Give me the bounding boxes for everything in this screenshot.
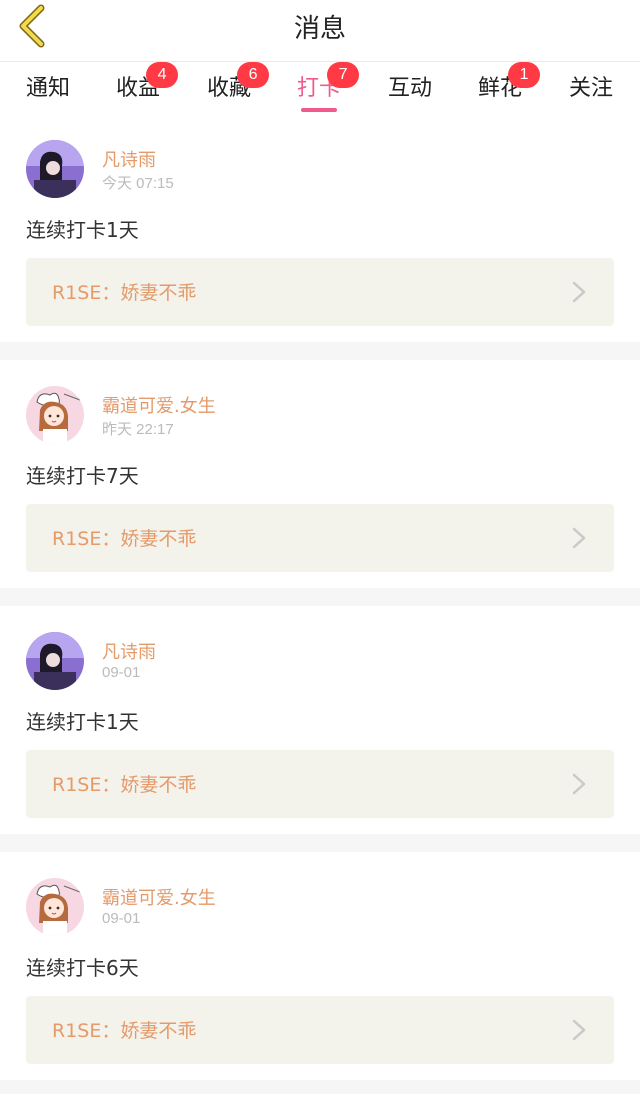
chevron-right-icon xyxy=(572,527,586,549)
badge-count: 1 xyxy=(508,62,541,88)
checkin-description: 连续打卡1天 xyxy=(26,218,139,242)
chevron-right-icon xyxy=(572,1019,586,1041)
avatar[interactable] xyxy=(26,140,84,198)
tab-notify[interactable]: 通知 xyxy=(26,70,70,106)
timestamp: 今天 07:15 xyxy=(102,175,174,192)
timestamp: 09-01 xyxy=(102,910,141,927)
tab-checkin[interactable]: 打卡 7 xyxy=(297,62,360,112)
avatar[interactable] xyxy=(26,632,84,690)
checkin-description: 连续打卡1天 xyxy=(26,710,139,734)
tab-favorites[interactable]: 收藏 6 xyxy=(207,62,270,106)
linked-item-card[interactable]: R1SE：娇妻不乖 xyxy=(26,996,614,1064)
list-item: 凡诗雨 今天 07:15 连续打卡1天 R1SE：娇妻不乖 xyxy=(0,114,640,342)
linked-item-card[interactable]: R1SE：娇妻不乖 xyxy=(26,258,614,326)
purple-photo-avatar-icon xyxy=(26,632,84,690)
timestamp: 09-01 xyxy=(102,664,141,681)
tab-label: 关注 xyxy=(569,76,614,101)
linked-item-card[interactable]: R1SE：娇妻不乖 xyxy=(26,750,614,818)
active-tab-indicator xyxy=(301,108,337,112)
linked-item-title: R1SE：娇妻不乖 xyxy=(52,282,197,304)
cartoon-girl-avatar-icon xyxy=(26,878,84,936)
checkin-feed: 凡诗雨 今天 07:15 连续打卡1天 R1SE：娇妻不乖 霸道可爱.女生 昨天… xyxy=(0,114,640,1094)
user-name[interactable]: 凡诗雨 xyxy=(102,638,156,664)
user-name[interactable]: 霸道可爱.女生 xyxy=(102,392,216,418)
checkin-description: 连续打卡7天 xyxy=(26,464,139,488)
linked-item-title: R1SE：娇妻不乖 xyxy=(52,774,197,796)
purple-photo-avatar-icon xyxy=(26,140,84,198)
tab-label: 互动 xyxy=(388,76,433,101)
badge-count: 6 xyxy=(237,62,270,88)
linked-item-title: R1SE：娇妻不乖 xyxy=(52,1020,197,1042)
tab-follow[interactable]: 关注 xyxy=(569,70,613,106)
linked-item-card[interactable]: R1SE：娇妻不乖 xyxy=(26,504,614,572)
linked-item-title: R1SE：娇妻不乖 xyxy=(52,528,197,550)
tab-earnings[interactable]: 收益 4 xyxy=(116,62,179,106)
chevron-right-icon xyxy=(572,773,586,795)
tab-bar: 通知 收益 4 收藏 6 打卡 7 互动 鲜花 1 关注 xyxy=(0,62,640,114)
badge-count: 4 xyxy=(146,62,179,88)
list-item: 霸道可爱.女生 09-01 连续打卡6天 R1SE：娇妻不乖 xyxy=(0,852,640,1080)
top-bar: 消息 xyxy=(0,0,640,62)
list-item: 霸道可爱.女生 昨天 22:17 连续打卡7天 R1SE：娇妻不乖 xyxy=(0,360,640,588)
user-name[interactable]: 凡诗雨 xyxy=(102,146,156,172)
cartoon-girl-avatar-icon xyxy=(26,386,84,444)
tab-label: 通知 xyxy=(26,76,71,101)
tab-interact[interactable]: 互动 xyxy=(388,70,432,106)
avatar[interactable] xyxy=(26,878,84,936)
page-title: 消息 xyxy=(293,14,346,44)
timestamp: 昨天 22:17 xyxy=(102,421,174,438)
chevron-right-icon xyxy=(572,281,586,303)
checkin-description: 连续打卡6天 xyxy=(26,956,139,980)
avatar[interactable] xyxy=(26,386,84,444)
tab-flowers[interactable]: 鲜花 1 xyxy=(478,62,541,106)
user-name[interactable]: 霸道可爱.女生 xyxy=(102,884,216,910)
badge-count: 7 xyxy=(327,62,360,88)
list-item: 凡诗雨 09-01 连续打卡1天 R1SE：娇妻不乖 xyxy=(0,606,640,834)
